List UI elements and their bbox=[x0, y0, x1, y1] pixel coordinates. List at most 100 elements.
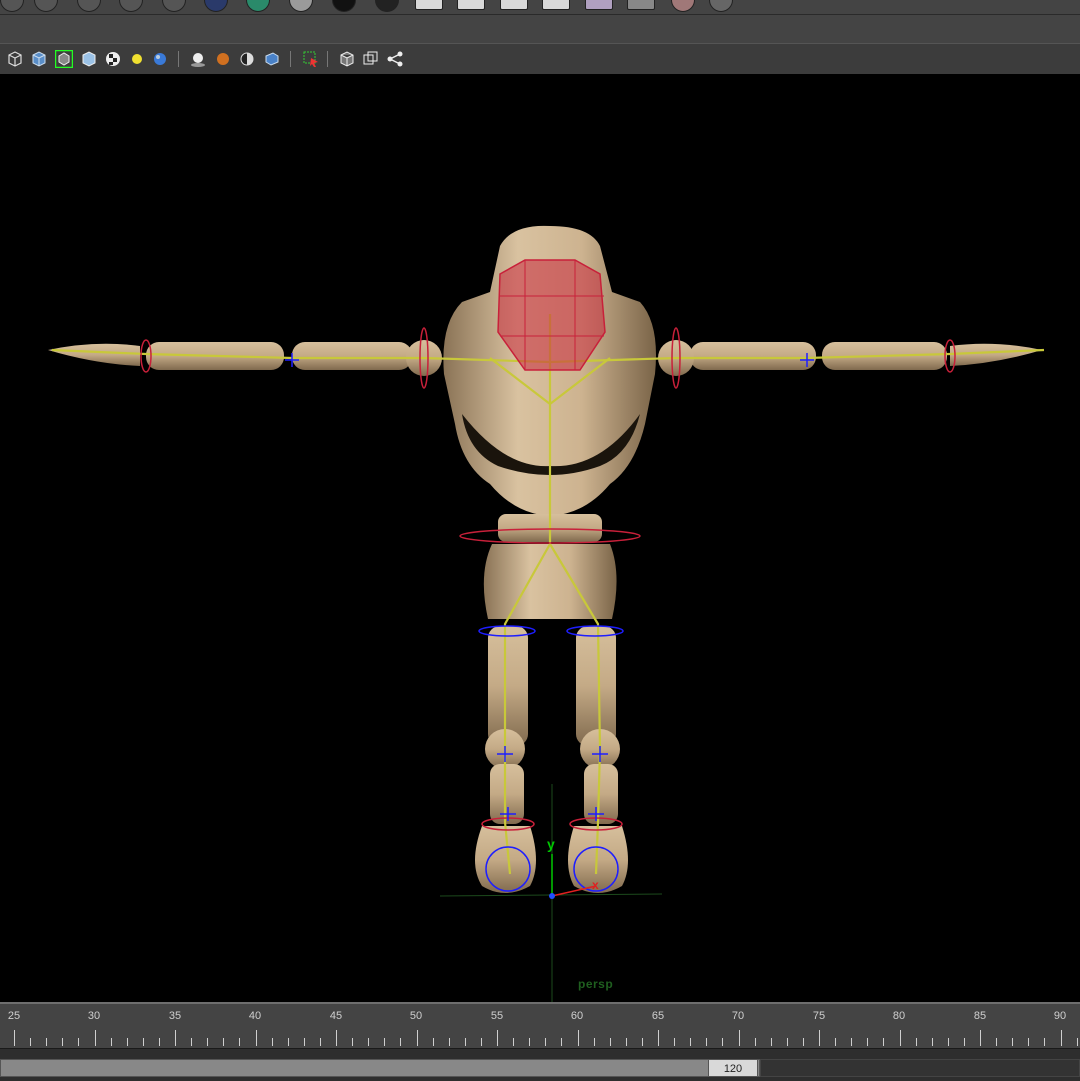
frame-tick bbox=[464, 1038, 466, 1046]
frame-tick bbox=[738, 1030, 740, 1046]
wireframe-on-shaded-icon[interactable] bbox=[55, 50, 73, 68]
frame-tick bbox=[754, 1038, 756, 1046]
frame-tick-label: 80 bbox=[892, 1010, 906, 1022]
frame-tick bbox=[609, 1038, 611, 1046]
frame-tick bbox=[62, 1038, 64, 1046]
frame-tick bbox=[722, 1038, 724, 1046]
frame-tick bbox=[963, 1038, 965, 1046]
shelf-icon-6[interactable] bbox=[204, 0, 228, 12]
frame-tick bbox=[641, 1038, 643, 1046]
shelf-icon-13[interactable] bbox=[500, 0, 528, 10]
camera-label: persp bbox=[578, 977, 614, 991]
range-slider[interactable]: 120 bbox=[0, 1048, 1080, 1081]
shelf-icon-5[interactable] bbox=[162, 0, 186, 12]
frame-tick bbox=[30, 1038, 32, 1046]
frame-tick bbox=[706, 1038, 708, 1046]
checker-texture-icon[interactable] bbox=[104, 50, 122, 68]
frame-tick-label: 65 bbox=[651, 1010, 665, 1022]
frame-tick bbox=[593, 1038, 595, 1046]
share-node-icon[interactable] bbox=[386, 50, 404, 68]
frame-tick bbox=[625, 1038, 627, 1046]
blue-sphere-icon[interactable] bbox=[151, 50, 169, 68]
frame-tick bbox=[126, 1038, 128, 1046]
frame-tick bbox=[207, 1038, 209, 1046]
shelf-icon-2[interactable] bbox=[34, 0, 58, 12]
frame-tick bbox=[271, 1038, 273, 1046]
half-sphere-icon[interactable] bbox=[238, 50, 256, 68]
range-slider-bar[interactable] bbox=[0, 1059, 760, 1077]
frame-tick bbox=[561, 1038, 563, 1046]
frame-tick bbox=[400, 1038, 402, 1046]
frame-tick bbox=[658, 1030, 659, 1046]
frame-tick bbox=[867, 1038, 869, 1046]
shelf-icon-14[interactable] bbox=[542, 0, 570, 10]
frame-tick bbox=[46, 1038, 48, 1046]
select-camera-icon[interactable] bbox=[302, 50, 320, 68]
frame-tick bbox=[851, 1038, 853, 1046]
frame-tick bbox=[1028, 1038, 1030, 1046]
shelf-icon-8[interactable] bbox=[289, 0, 313, 12]
z-axis-gizmo bbox=[549, 893, 555, 899]
frame-tick-label: 85 bbox=[973, 1010, 987, 1022]
frame-tick bbox=[336, 1030, 337, 1046]
shelf-icon-7[interactable] bbox=[246, 0, 270, 12]
shelf-icon-11[interactable] bbox=[415, 0, 443, 10]
frame-tick bbox=[513, 1038, 515, 1046]
frame-tick bbox=[577, 1030, 579, 1046]
time-slider[interactable]: 25 30 35 40 45 50 55 60 65 70 75 80 85 9… bbox=[0, 1002, 1080, 1050]
shelf-icon-12[interactable] bbox=[457, 0, 485, 10]
y-axis-label: y bbox=[547, 836, 555, 852]
3d-viewport[interactable]: y x persp bbox=[0, 74, 1080, 1002]
range-end-field[interactable]: 120 bbox=[708, 1059, 758, 1077]
frame-tick bbox=[352, 1038, 354, 1046]
frame-tick bbox=[158, 1038, 160, 1046]
blue-cube-icon[interactable] bbox=[263, 50, 281, 68]
frame-tick bbox=[819, 1030, 820, 1046]
shadow-sphere-icon[interactable] bbox=[189, 50, 207, 68]
frame-tick bbox=[239, 1038, 241, 1046]
frame-tick-label: 55 bbox=[490, 1010, 504, 1022]
frame-tick bbox=[770, 1038, 772, 1046]
frame-tick-label: 35 bbox=[168, 1010, 182, 1022]
frame-tick bbox=[980, 1030, 981, 1046]
shelf-icon-16[interactable] bbox=[627, 0, 655, 10]
panel-menu-bar bbox=[0, 15, 1080, 43]
frame-tick bbox=[368, 1038, 370, 1046]
shelf-icon-15[interactable] bbox=[585, 0, 613, 10]
shelf-icon-9[interactable] bbox=[332, 0, 356, 12]
frame-tick bbox=[142, 1038, 144, 1046]
character-rig-scene: y x bbox=[48, 225, 1045, 1002]
range-slider-track bbox=[760, 1059, 1080, 1077]
frame-tick-label: 70 bbox=[731, 1010, 745, 1022]
frame-tick bbox=[287, 1038, 289, 1046]
frame-tick bbox=[14, 1030, 15, 1046]
shelf-icon-17[interactable] bbox=[671, 0, 695, 12]
frame-tick bbox=[1044, 1038, 1046, 1046]
frame-tick bbox=[480, 1038, 482, 1046]
overlapping-cubes-icon[interactable] bbox=[362, 50, 380, 68]
frame-tick bbox=[110, 1038, 112, 1046]
frame-tick-label: 25 bbox=[7, 1010, 21, 1022]
frame-tick bbox=[996, 1038, 998, 1046]
smooth-shade-cube-icon[interactable] bbox=[30, 50, 48, 68]
isolate-cube-icon[interactable] bbox=[338, 50, 356, 68]
frame-tick bbox=[223, 1038, 225, 1046]
chest-control[interactable] bbox=[497, 259, 606, 371]
frame-tick bbox=[78, 1038, 80, 1046]
frame-tick bbox=[674, 1038, 676, 1046]
frame-tick bbox=[529, 1038, 531, 1046]
frame-tick bbox=[94, 1030, 96, 1046]
xray-cube-icon[interactable] bbox=[80, 50, 98, 68]
shelf-icon-1[interactable] bbox=[0, 0, 24, 12]
frame-tick-label: 30 bbox=[87, 1010, 101, 1022]
light-bulb-icon[interactable] bbox=[128, 50, 146, 68]
frame-tick bbox=[255, 1030, 257, 1046]
shelf-icon-18[interactable] bbox=[709, 0, 733, 12]
shelf-icon-3[interactable] bbox=[77, 0, 101, 12]
shelf-icon-4[interactable] bbox=[119, 0, 143, 12]
frame-tick bbox=[947, 1038, 949, 1046]
frame-tick-label: 45 bbox=[329, 1010, 343, 1022]
wireframe-cube-icon[interactable] bbox=[6, 50, 24, 68]
shelf-icon-10[interactable] bbox=[375, 0, 399, 12]
orange-sphere-icon[interactable] bbox=[214, 50, 232, 68]
